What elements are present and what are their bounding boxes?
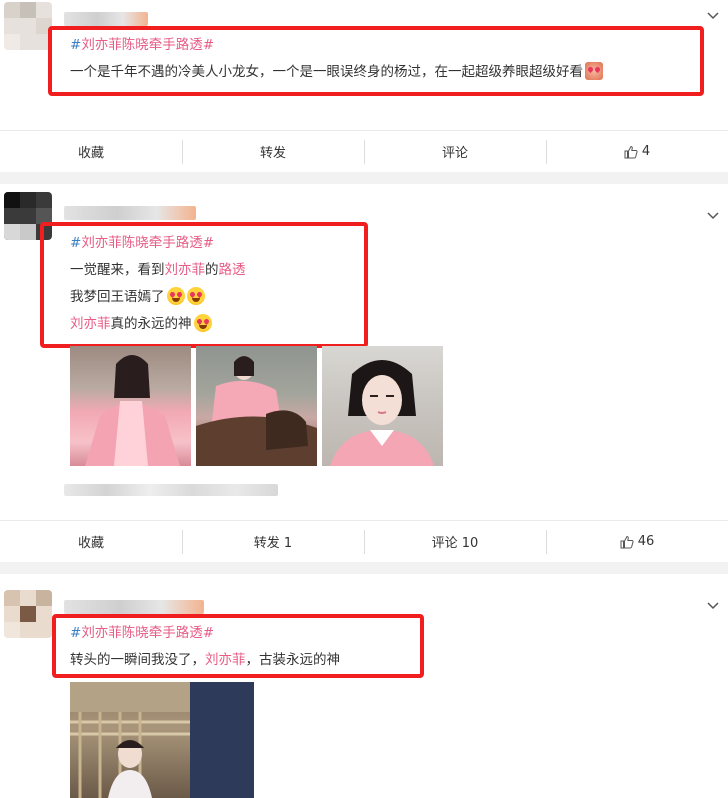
favorite-button[interactable]: 收藏	[0, 131, 182, 172]
avatar[interactable]	[4, 2, 52, 50]
post-text-segment: 我梦回王语嫣了	[70, 289, 165, 305]
topic-link[interactable]: 刘亦菲	[165, 262, 206, 278]
like-button[interactable]: 46	[546, 521, 728, 562]
heart-eyes-emoji-icon	[186, 287, 205, 305]
post-card: #刘亦菲陈晓牵手路透# 一个是千年不遇的冷美人小龙女，一个是一眼误终身的杨过，在…	[0, 0, 728, 172]
post-photo[interactable]	[322, 346, 443, 466]
chevron-down-icon[interactable]	[706, 8, 720, 22]
post-card: #刘亦菲陈晓牵手路透# 一觉醒来，看到刘亦菲的路透 我梦回王语嫣了 刘亦菲真的永…	[0, 184, 728, 562]
like-button[interactable]: 4	[546, 131, 728, 172]
hashtag-link[interactable]: 刘亦菲陈晓牵手路透#	[81, 235, 214, 251]
comment-button[interactable]: 评论	[364, 131, 546, 172]
post-content: #刘亦菲陈晓牵手路透# 转头的一瞬间我没了，刘亦菲，古装永远的神	[70, 625, 341, 668]
thumbs-up-icon	[624, 145, 638, 158]
post-text-segment: 转头的一瞬间我没了，	[70, 652, 205, 668]
heart-eyes-emoji-icon	[193, 314, 212, 332]
chevron-down-icon[interactable]	[706, 208, 720, 222]
comment-button[interactable]: 评论 10	[364, 521, 546, 562]
username[interactable]	[64, 12, 148, 26]
topic-link[interactable]: 刘亦菲	[205, 652, 246, 668]
post-content: #刘亦菲陈晓牵手路透# 一觉醒来，看到刘亦菲的路透 我梦回王语嫣了 刘亦菲真的永…	[70, 235, 246, 332]
hashtag-link[interactable]: 刘亦菲陈晓牵手路透#	[81, 37, 214, 53]
username[interactable]	[64, 600, 204, 614]
favorite-button[interactable]: 收藏	[0, 521, 182, 562]
repost-button[interactable]: 转发 1	[182, 521, 364, 562]
post-body-text: 一个是千年不遇的冷美人小龙女，一个是一眼误终身的杨过，在一起超级养眼超级好看	[70, 64, 583, 80]
topic-link[interactable]: 路透	[219, 262, 246, 278]
action-bar: 收藏 转发 评论 4	[0, 130, 728, 172]
topic-link[interactable]: 刘亦菲	[70, 316, 111, 332]
post-photo[interactable]	[70, 682, 254, 798]
repost-button[interactable]: 转发	[182, 131, 364, 172]
post-photo[interactable]	[196, 346, 317, 466]
weibo-feed: #刘亦菲陈晓牵手路透# 一个是千年不遇的冷美人小龙女，一个是一眼误终身的杨过，在…	[0, 0, 728, 798]
avatar[interactable]	[4, 590, 52, 638]
username[interactable]	[64, 206, 196, 220]
post-content: #刘亦菲陈晓牵手路透# 一个是千年不遇的冷美人小龙女，一个是一眼误终身的杨过，在…	[70, 32, 603, 86]
avatar[interactable]	[4, 192, 52, 240]
post-meta	[64, 484, 278, 496]
emoji-icon	[585, 62, 603, 80]
hashtag-link[interactable]: 刘亦菲陈晓牵手路透#	[81, 625, 214, 641]
post-text-segment: ，古装永远的神	[245, 652, 341, 668]
action-bar: 收藏 转发 1 评论 10 46	[0, 520, 728, 562]
thumbs-up-icon	[620, 535, 634, 548]
post-text-segment: 的	[205, 262, 219, 278]
post-text-segment: 真的永远的神	[110, 316, 192, 332]
heart-eyes-emoji-icon	[166, 287, 185, 305]
post-card: #刘亦菲陈晓牵手路透# 转头的一瞬间我没了，刘亦菲，古装永远的神	[0, 574, 728, 798]
post-photo[interactable]	[70, 346, 191, 466]
chevron-down-icon[interactable]	[706, 598, 720, 612]
post-text-segment: 一觉醒来，看到	[70, 262, 165, 278]
